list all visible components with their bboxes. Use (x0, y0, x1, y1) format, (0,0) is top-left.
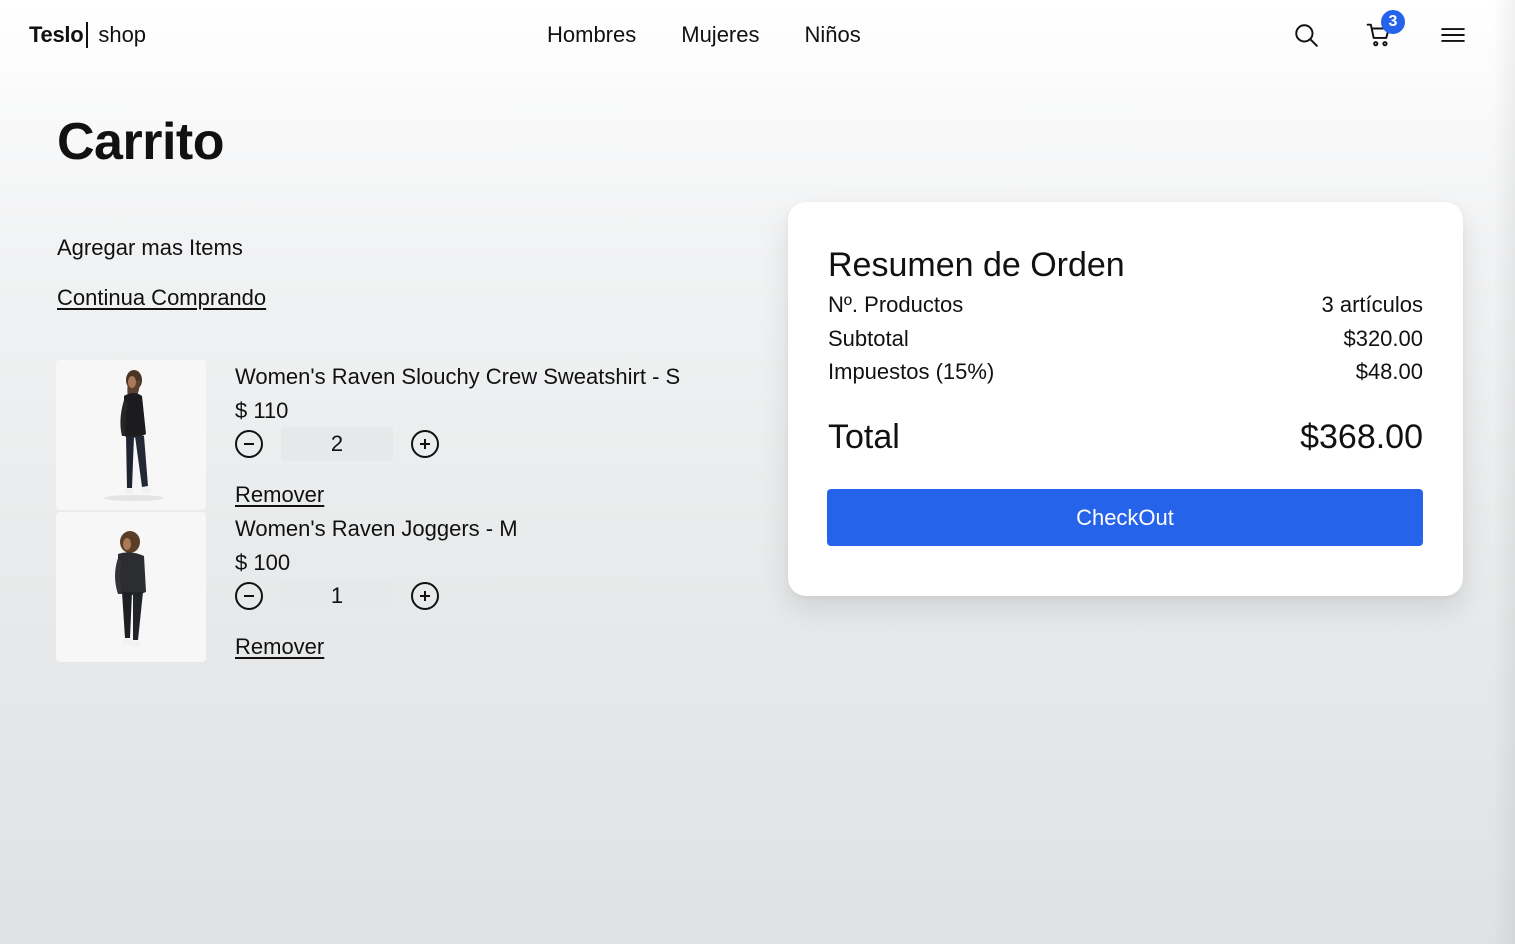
products-value: 3 artículos (1321, 292, 1424, 317)
summary-row-tax: Impuestos (15%) $48.00 (828, 359, 1423, 385)
summary-row-products: Nº. Productos 3 artículos (828, 292, 1423, 318)
nav-link-mujeres[interactable]: Mujeres (681, 22, 759, 48)
add-items-label: Agregar mas Items (57, 235, 243, 260)
search-button[interactable] (1290, 19, 1322, 51)
product-price: $ 110 (235, 398, 289, 423)
total-value: $368.00 (1300, 418, 1423, 456)
quantity-value: 1 (281, 579, 393, 613)
product-image[interactable] (56, 360, 206, 510)
minus-icon (244, 595, 254, 597)
increase-quantity-button[interactable] (411, 430, 439, 458)
decrease-quantity-button[interactable] (235, 582, 263, 610)
menu-button[interactable] (1437, 19, 1469, 51)
cart-count-badge: 3 (1381, 10, 1405, 34)
menu-icon (1441, 28, 1465, 42)
product-image[interactable] (56, 512, 206, 662)
summary-row-total: Total $368.00 (828, 418, 1423, 457)
logo-link[interactable]: Teslo shop (29, 22, 146, 48)
tax-value: $48.00 (1355, 359, 1423, 384)
minus-icon (244, 443, 254, 445)
quantity-value: 2 (281, 427, 393, 461)
logo-divider (86, 22, 89, 48)
product-photo-sweatshirt (104, 370, 164, 501)
product-photo-joggers (115, 531, 146, 647)
product-name[interactable]: Women's Raven Joggers - M (235, 516, 518, 542)
order-summary-card: Resumen de Orden Nº. Productos 3 artícul… (788, 202, 1463, 596)
top-menu: Teslo shop Hombres Mujeres Niños 3 (0, 0, 1515, 72)
summary-row-subtotal: Subtotal $320.00 (828, 326, 1423, 352)
subtotal-label: Subtotal (828, 326, 909, 351)
products-label: Nº. Productos (828, 292, 964, 317)
decrease-quantity-button[interactable] (235, 430, 263, 458)
increase-quantity-button[interactable] (411, 582, 439, 610)
page-title: Carrito (57, 113, 224, 171)
main-nav: Hombres Mujeres Niños (547, 22, 906, 48)
nav-link-ninos[interactable]: Niños (805, 22, 861, 48)
logo-brand: Teslo (29, 22, 84, 47)
product-name[interactable]: Women's Raven Slouchy Crew Sweatshirt - … (235, 364, 680, 390)
logo-suffix: shop (98, 22, 147, 47)
nav-link-hombres[interactable]: Hombres (547, 22, 636, 48)
product-price: $ 100 (235, 550, 291, 575)
quantity-selector: 1 (235, 578, 439, 614)
quantity-selector: 2 (235, 426, 439, 462)
total-label: Total (828, 418, 900, 456)
remove-item-link[interactable]: Remover (235, 634, 324, 660)
tax-label: Impuestos (15%) (828, 359, 995, 384)
remove-item-link[interactable]: Remover (235, 482, 324, 508)
edge-shadow (1493, 0, 1515, 944)
cart-item: Women's Raven Joggers - M $ 100 1 Remove… (56, 512, 736, 662)
continue-shopping-link[interactable]: Continua Comprando (57, 285, 266, 311)
search-icon (1295, 24, 1318, 47)
subtotal-value: $320.00 (1343, 326, 1423, 351)
order-summary-title: Resumen de Orden (828, 246, 1125, 284)
plus-icon (420, 591, 430, 601)
checkout-button[interactable]: CheckOut (827, 489, 1423, 546)
plus-icon (420, 439, 430, 449)
cart-item: Women's Raven Slouchy Crew Sweatshirt - … (56, 360, 736, 510)
